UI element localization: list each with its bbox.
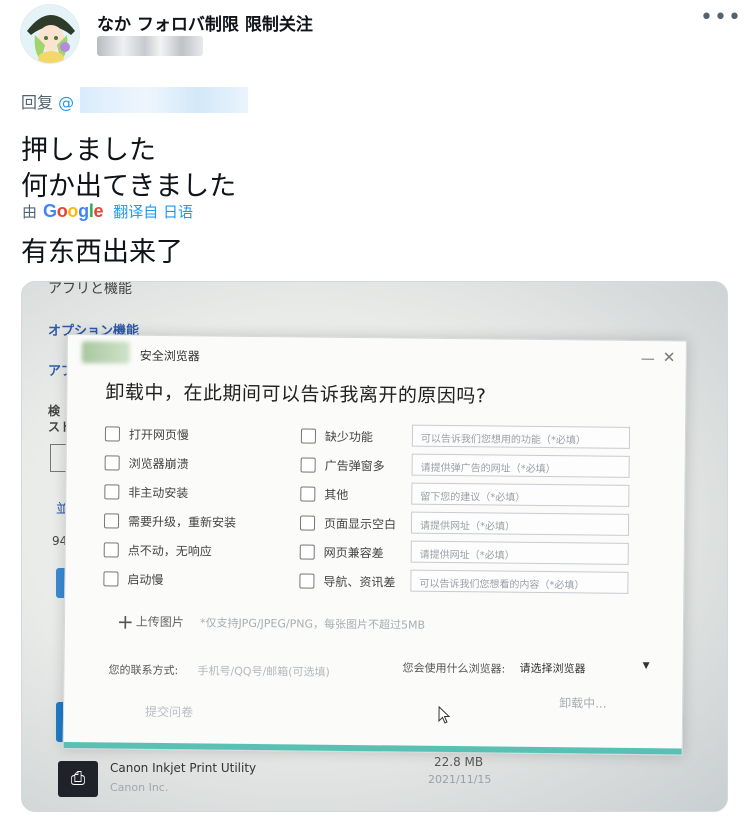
reason-checkbox-left-3[interactable]: 需要升级，重新安装 xyxy=(103,512,237,530)
reason-checkbox-left-2[interactable]: 非主动安装 xyxy=(104,483,188,501)
bg-text-top: アフリと機能 xyxy=(48,281,132,297)
reason-label: 点不动，无响应 xyxy=(127,543,212,559)
bg-text-side-b: 検 xyxy=(48,404,61,418)
uninstall-status: 卸载中... xyxy=(559,696,607,711)
app-vendor: Canon Inc. xyxy=(110,781,169,794)
app-date: 2021/11/15 xyxy=(428,773,492,786)
upload-image-button[interactable]: + 上传图片 xyxy=(117,610,184,635)
reason-label: 其他 xyxy=(324,487,349,502)
reason-detail-input-2[interactable]: 留下您的建议（*必填） xyxy=(411,482,630,507)
checkbox-box[interactable] xyxy=(299,544,315,560)
reason-label: 页面显示空白 xyxy=(323,516,397,532)
app-size: 22.8 MB xyxy=(434,755,484,769)
reason-detail-input-4[interactable]: 请提供网址（*必填） xyxy=(410,540,629,565)
checkbox-box[interactable] xyxy=(104,426,121,442)
upload-hint: *仅支持JPG/JPEG/PNG，每张图片不超过5MB xyxy=(199,616,426,632)
uninstall-survey-dialog: 安全浏览器 — ✕ 卸载中，在此期间可以告诉我离开的原因吗? 打开网页慢浏览器崩… xyxy=(62,334,687,756)
printer-icon: ⎙ xyxy=(58,761,98,797)
translation-attribution: 由 Google 翻译自 日语 xyxy=(22,201,193,222)
reason-checkbox-right-5[interactable]: 导航、资讯差 xyxy=(299,572,396,590)
checkbox-box[interactable] xyxy=(300,486,316,502)
checkbox-box[interactable] xyxy=(299,515,316,531)
tweet-translation: 有东西出来了 xyxy=(21,237,183,268)
browser-logo-icon xyxy=(81,341,130,364)
mention-redacted xyxy=(80,87,248,113)
reply-mention-link[interactable]: @ xyxy=(58,93,74,112)
checkbox-box[interactable] xyxy=(104,455,120,471)
tweet-text-line-1: 押しました xyxy=(21,135,156,166)
minimize-icon[interactable]: — xyxy=(641,351,655,367)
reason-label: 启动慢 xyxy=(127,572,164,588)
reply-context: 回复 @ xyxy=(21,89,74,113)
reason-checkbox-left-5[interactable]: 启动慢 xyxy=(103,570,164,588)
reason-label: 打开网页慢 xyxy=(128,427,190,443)
author-handle-redacted xyxy=(97,36,203,56)
google-logo: Google xyxy=(43,201,104,221)
avatar[interactable] xyxy=(20,4,80,64)
dialog-title: 安全浏览器 xyxy=(139,348,200,364)
reason-detail-input-3[interactable]: 请提供网址（*必填） xyxy=(410,511,630,536)
upload-label: 上传图片 xyxy=(135,614,184,630)
app-list-row: ⎙ Canon Inkjet Print Utility Canon Inc. … xyxy=(58,755,698,807)
checkbox-box[interactable] xyxy=(299,573,315,589)
avatar-illustration xyxy=(21,5,79,63)
close-icon[interactable]: ✕ xyxy=(663,348,676,366)
translate-source-link[interactable]: 翻译自 日语 xyxy=(113,201,193,222)
app-name: Canon Inkjet Print Utility xyxy=(110,761,257,775)
checkbox-box[interactable] xyxy=(103,571,119,587)
translated-by-label: 由 xyxy=(22,203,38,221)
reason-detail-input-0[interactable]: 可以告诉我们您想用的功能（*必填） xyxy=(411,424,631,449)
reason-label: 需要升级，重新安装 xyxy=(127,514,237,530)
dialog-progress-strip xyxy=(63,741,682,755)
reason-checkbox-right-4[interactable]: 网页兼容差 xyxy=(299,543,384,561)
submit-button[interactable]: 提交问卷 xyxy=(104,698,234,725)
checkbox-box[interactable] xyxy=(103,513,120,529)
checkbox-box[interactable] xyxy=(104,484,120,500)
contact-input[interactable]: 手机号/QQ号/邮箱(可选填) xyxy=(197,662,329,679)
reason-label: 缺少功能 xyxy=(324,429,374,445)
contact-label: 您的联系方式: xyxy=(108,663,179,678)
reason-label: 网页兼容差 xyxy=(323,545,384,561)
reason-label: 广告弹窗多 xyxy=(324,458,385,474)
reason-checkbox-right-1[interactable]: 广告弹窗多 xyxy=(300,456,385,474)
plus-icon: + xyxy=(116,609,134,634)
browser-select[interactable]: 请选择浏览器 ▼ xyxy=(511,654,651,681)
reason-checkbox-right-3[interactable]: 页面显示空白 xyxy=(299,514,397,532)
reason-checkbox-left-0[interactable]: 打开网页慢 xyxy=(104,425,190,443)
reason-checkbox-right-2[interactable]: 其他 xyxy=(300,485,348,503)
more-options-icon[interactable]: ••• xyxy=(700,7,741,34)
reason-detail-input-5[interactable]: 可以告诉我们您想看的内容（*必填） xyxy=(410,569,629,594)
browser-question: 您会使用什么浏览器: xyxy=(402,661,506,676)
browser-select-value: 请选择浏览器 xyxy=(519,661,586,676)
reason-label: 导航、资讯差 xyxy=(323,574,396,590)
dialog-heading: 卸载中，在此期间可以告诉我离开的原因吗? xyxy=(105,381,487,408)
attached-photo[interactable]: アフリと機能 オプション機能 アプ 検 スト 並 94 安全浏览器 — ✕ 卸载… xyxy=(21,281,728,812)
tweet: なか フォロバ制限 限制关注 ••• 回复 @ 押しました 何か出てきました 由… xyxy=(0,0,746,835)
checkbox-box[interactable] xyxy=(300,457,316,473)
reason-checkbox-left-4[interactable]: 点不动，无响应 xyxy=(103,541,212,559)
tweet-text-line-2: 何か出てきました xyxy=(21,171,237,202)
reason-checkbox-right-0[interactable]: 缺少功能 xyxy=(300,427,374,445)
reply-prefix: 回复 xyxy=(21,93,54,112)
reason-label: 非主动安装 xyxy=(128,485,189,501)
mouse-cursor-icon xyxy=(438,705,451,728)
reason-label: 浏览器崩溃 xyxy=(128,456,189,472)
checkbox-box[interactable] xyxy=(103,542,119,558)
reason-detail-input-1[interactable]: 请提供弹广告的网址（*必填） xyxy=(411,453,630,478)
checkbox-box[interactable] xyxy=(300,428,317,444)
chevron-down-icon: ▼ xyxy=(642,661,650,672)
author-display-name[interactable]: なか フォロバ制限 限制关注 xyxy=(97,10,313,35)
reason-checkbox-left-1[interactable]: 浏览器崩溃 xyxy=(104,454,189,472)
